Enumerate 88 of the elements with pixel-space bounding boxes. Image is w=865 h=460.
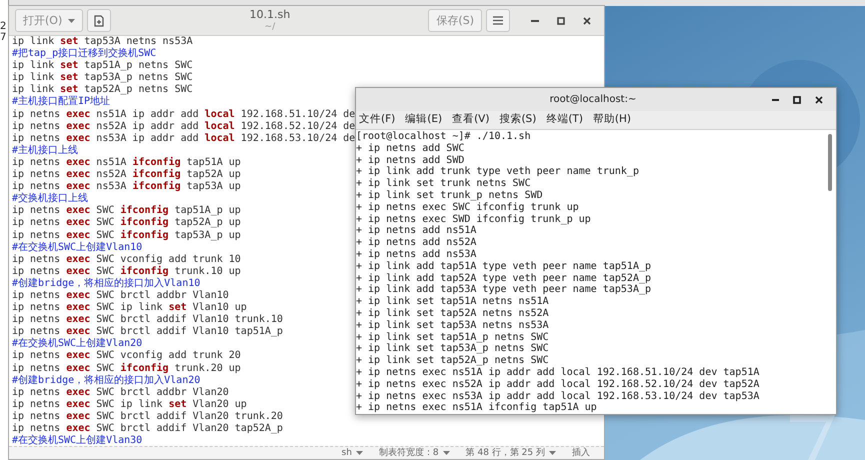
code-comment: #交换机接口上线 <box>12 193 88 205</box>
code-line: ip netns exec SWC vconfig add trunk 10 <box>12 254 241 266</box>
status-text: 插入 <box>572 447 590 459</box>
code-line: ip netns exec SWC ifconfig tap52A_p up <box>12 217 241 230</box>
menu-item[interactable]: 搜索(S) <box>499 112 536 128</box>
terminal-line: + ip netns exec ns53A ip addr add local 192.168.53.10/24 dev tap53A <box>356 390 760 402</box>
code-line: ip netns exec ns53A ifconfig tap53A up <box>12 181 241 192</box>
code-line: ip netns exec SWC ifconfig trunk.20 up <box>12 362 241 374</box>
minimize-icon <box>772 98 778 100</box>
close-icon <box>815 96 823 104</box>
code-line: ip netns exec SWC ifconfig trunk.10 up <box>12 266 241 278</box>
terminal-line: + ip netns exec SWD ifconfig trunk_p up <box>356 214 591 225</box>
window-title: root@localhost:~ <box>548 93 638 107</box>
caret-icon <box>68 18 76 22</box>
toolbar-button[interactable] <box>87 9 112 32</box>
code-comment: #主机接口配置IP地址 <box>12 96 110 109</box>
code-line: ip netns exec SWC brctl addbr Vlan20 <box>12 386 229 399</box>
code-line: ip link set tap53A_p netns SWC <box>12 72 193 84</box>
menu-item[interactable]: 文件(F) <box>359 112 396 128</box>
terminal-line: + ip netns exec SWC ifconfig trunk up <box>356 202 579 214</box>
terminal-line: + ip link set tap51A netns ns51A <box>356 296 549 308</box>
menu-item[interactable]: 帮助(H) <box>592 112 632 128</box>
close-icon <box>583 16 591 24</box>
code-line: ip netns exec SWC ifconfig tap53A_p up <box>12 230 241 240</box>
code-line: ip netns exec ns52A ip addr add local 192.168.52.10/24 de <box>12 120 356 133</box>
terminal-line: [root@localhost ~]# ./10.1.sh <box>356 131 531 143</box>
code-line: ip netns exec SWC brctl addbr Vlan10 <box>12 290 229 302</box>
status-dropdown[interactable]: sh <box>342 447 363 459</box>
code-line: ip netns exec SWC brctl addif Vlan20 trunk.20 <box>12 410 283 423</box>
code-line: ip netns exec SWC ip link set Vlan10 up <box>12 302 247 314</box>
code-line: ip netns exec ns51A ifconfig tap51A up <box>12 156 241 168</box>
code-line: ip netns exec ns52A ifconfig tap52A up <box>12 169 241 180</box>
code-comment: #创建bridge，将相应的接口加入Vlan10 <box>12 278 200 290</box>
menu-item[interactable]: 查看(V) <box>452 112 490 128</box>
code-comment: #主机接口上线 <box>12 144 78 157</box>
terminal-line: + ip link set trunk netns SWC <box>356 178 531 190</box>
code-comment: #创建bridge，将相应的接口加入Vlan20 <box>12 374 200 387</box>
terminal-line: + ip link set trunk_p netns SWD <box>356 190 543 202</box>
code-line: ip link set tap52A_p netns SWC <box>12 84 193 96</box>
terminal-line: + ip link add tap53A type veth peer name tap53A_p <box>356 284 652 296</box>
menu-icon <box>493 16 503 25</box>
scrollbar-thumb[interactable] <box>828 134 832 191</box>
maximize-icon <box>793 96 801 104</box>
terminal-line: + ip netns exec ns51A ip addr add local 192.168.51.10/24 dev tap51A <box>356 366 760 379</box>
code-comment: #在交换机SWC上创建Vlan20 <box>12 338 142 350</box>
status-dropdown[interactable]: 第 48 行，第 25 列 <box>466 447 556 459</box>
terminal-line: + ip netns add ns52A <box>356 237 476 249</box>
code-line: ip link set tap51A_p netns SWC <box>12 60 193 72</box>
menu-button[interactable] <box>486 9 510 32</box>
terminal-line: + ip link add trunk type veth peer name trunk_p <box>356 166 639 178</box>
terminal-line: + ip link set tap53A_p netns SWC <box>356 343 549 355</box>
code-line: ip netns exec ns53A ip addr add local 192.168.53.10/24 de <box>12 132 356 144</box>
terminal-line: + ip link add tap51A type veth peer name tap51A_p <box>356 260 652 273</box>
document-icon <box>93 14 106 26</box>
code-line: ip netns exec ns51A ip addr add local 192.168.51.10/24 de <box>12 108 356 121</box>
code-comment: #把tap_p接口迁移到交换机SWC <box>12 48 156 60</box>
terminal-line: + ip link add tap52A type veth peer name tap52A_p <box>356 272 652 284</box>
file-path: ~/ <box>264 20 276 32</box>
background-window-text: 2 <box>0 21 8 32</box>
code-line: ip netns exec SWC brctl addif Vlan20 tap52A_p <box>12 423 283 434</box>
code-line: ip netns exec SWC ip link set Vlan20 up <box>12 398 247 411</box>
terminal-line: + ip netns add SWC <box>356 142 464 155</box>
code-line: ip netns exec SWC ifconfig tap51A_p up <box>12 205 241 216</box>
window-title: 10.1.sh <box>249 8 290 20</box>
terminal-line: + ip netns exec ns51A ifconfig tap51A up <box>356 402 597 414</box>
background-window-text: 7 <box>0 32 8 43</box>
minimize-icon <box>531 20 539 22</box>
caret-icon <box>549 451 556 455</box>
maximize-icon <box>557 16 565 24</box>
terminal-line: + ip netns add ns51A <box>356 225 476 237</box>
menu-item[interactable]: 编辑(E) <box>405 112 442 128</box>
terminal-line: + ip link set tap52A_p netns SWC <box>356 355 549 367</box>
code-line: ip netns exec SWC brctl addif Vlan10 trunk.10 <box>12 314 283 326</box>
code-line: ip netns exec SWC vconfig add trunk 20 <box>12 350 241 362</box>
terminal-line: + ip link set tap51A_p netns SWC <box>356 332 549 343</box>
code-line: ip link set tap53A netns ns53A <box>12 36 193 48</box>
caret-icon <box>442 451 450 455</box>
menu-item[interactable]: 终端(T) <box>546 112 583 128</box>
code-line: ip netns exec SWC brctl addif Vlan10 tap51A_p <box>12 326 283 338</box>
status-dropdown[interactable]: 制表符宽度：8 <box>378 447 450 459</box>
code-comment: #在交换机SWC上创建Vlan10 <box>12 242 142 254</box>
terminal-line: + ip netns exec ns52A ip addr add local 192.168.52.10/24 dev tap52A <box>356 378 760 391</box>
terminal-line: + ip netns add SWD <box>356 154 464 166</box>
terminal-line: + ip link set tap52A netns ns52A <box>356 308 549 320</box>
caret-icon <box>356 451 363 455</box>
terminal-line: + ip link set tap53A netns ns53A <box>356 320 549 332</box>
code-comment: #在交换机SWC上创建Vlan30 <box>12 435 142 446</box>
terminal-line: + ip netns add ns53A <box>356 248 476 261</box>
